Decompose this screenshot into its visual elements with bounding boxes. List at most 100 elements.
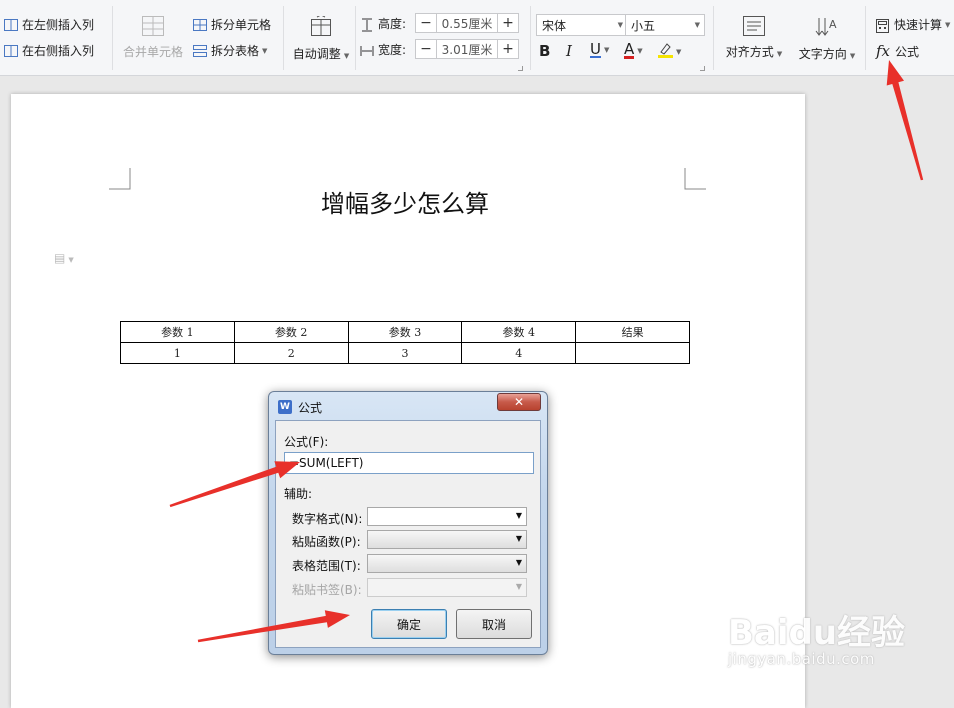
table-cell[interactable]: 参数 2 <box>233 321 349 343</box>
chevron-down-icon: ▼ <box>776 50 783 58</box>
split-cells-label: 拆分单元格 <box>211 18 272 32</box>
result-cell[interactable] <box>575 342 690 364</box>
text-direction-label: 文字方向 <box>798 47 847 61</box>
table-cell[interactable]: 3 <box>347 342 463 364</box>
table-header-row: 参数 1 参数 2 参数 3 参数 4 结果 <box>120 321 690 343</box>
dialog-titlebar[interactable]: W 公式 ✕ <box>269 392 547 420</box>
row-height-control: 高度: <box>360 15 406 32</box>
auto-adjust-icon <box>310 14 332 41</box>
formula-input[interactable] <box>284 452 534 474</box>
font-name-value: 宋体 <box>542 18 567 33</box>
highlight-icon <box>657 42 673 61</box>
data-table[interactable]: 参数 1 参数 2 参数 3 参数 4 结果 1 2 3 4 <box>120 321 690 364</box>
chevron-down-icon: ▼ <box>676 47 682 56</box>
auxiliary-label: 辅助: <box>284 487 313 501</box>
plus-icon[interactable]: + <box>498 40 518 58</box>
font-size-select[interactable]: 小五 ▼ <box>625 14 705 36</box>
cancel-button[interactable]: 取消 <box>456 609 532 639</box>
dialog-launcher-icon[interactable] <box>518 66 523 71</box>
alignment-button[interactable]: 对齐方式 ▼ <box>720 16 788 60</box>
minus-icon[interactable]: − <box>416 14 436 32</box>
dialog-launcher-icon[interactable] <box>700 66 705 71</box>
column-width-control: 宽度: <box>360 41 406 58</box>
font-color-icon: A <box>624 40 635 59</box>
insert-column-right-icon <box>4 44 18 57</box>
merge-cells-label: 合并单元格 <box>122 45 183 59</box>
chevron-down-icon: ▼ <box>694 21 700 29</box>
formula-dialog[interactable]: W 公式 ✕ 公式(F): 辅助: 数字格式(N): ▼ 粘贴函数(P): ▼ … <box>268 391 548 655</box>
bold-button[interactable]: B <box>539 42 550 60</box>
text-direction-button[interactable]: A 文字方向 ▼ <box>794 16 860 62</box>
width-label: 宽度: <box>378 43 407 57</box>
dialog-body: 公式(F): 辅助: 数字格式(N): ▼ 粘贴函数(P): ▼ 表格范围(T)… <box>275 420 541 648</box>
table-range-select[interactable]: ▼ <box>367 554 527 573</box>
table-cell[interactable]: 4 <box>461 342 577 364</box>
table-cell[interactable]: 1 <box>120 342 235 364</box>
fx-icon: fx <box>876 42 891 60</box>
close-button[interactable]: ✕ <box>497 393 541 411</box>
quick-calculate-button[interactable]: 快速计算 ▼ <box>876 16 950 33</box>
font-size-value: 小五 <box>631 18 656 33</box>
underline-icon: U <box>590 40 601 58</box>
wps-app-icon: W <box>278 400 292 414</box>
table-cell[interactable]: 结果 <box>575 321 690 343</box>
italic-icon: I <box>566 42 572 60</box>
height-value[interactable]: 0.55厘米 <box>436 14 498 32</box>
ribbon-separator <box>355 6 356 70</box>
text-direction-icon: A <box>815 16 839 41</box>
table-row-handle-icon[interactable]: ▤ ▼ <box>54 251 74 265</box>
watermark-logo: Baidu经验 <box>728 613 906 653</box>
font-color-button[interactable]: A ▼ <box>624 42 643 59</box>
split-table-icon <box>193 44 207 57</box>
split-table-label: 拆分表格 <box>211 44 260 58</box>
alignment-label: 对齐方式 <box>725 45 774 59</box>
insert-right-column-button[interactable]: 在右侧插入列 <box>4 42 94 59</box>
height-label: 高度: <box>378 17 407 31</box>
quick-calculate-label: 快速计算 <box>894 18 943 32</box>
width-value[interactable]: 3.01厘米 <box>436 40 498 58</box>
insert-right-column-label: 在右侧插入列 <box>22 44 95 58</box>
font-name-select[interactable]: 宋体 ▼ <box>536 14 628 36</box>
table-cell[interactable]: 参数 4 <box>461 321 577 343</box>
merge-cells-button[interactable]: 合并单元格 <box>120 16 186 60</box>
chevron-down-icon: ▼ <box>849 52 856 60</box>
underline-button[interactable]: U ▼ <box>590 42 609 58</box>
ribbon-separator <box>713 6 714 70</box>
document-title: 增幅多少怎么算 <box>321 190 489 218</box>
table-cell[interactable]: 2 <box>233 342 349 364</box>
auto-adjust-button[interactable]: 自动调整 ▼ <box>288 14 354 62</box>
number-format-select[interactable]: ▼ <box>367 507 527 526</box>
ok-button[interactable]: 确定 <box>371 609 447 639</box>
minus-icon[interactable]: − <box>416 40 436 58</box>
formula-field-label: 公式(F): <box>284 435 329 449</box>
dropdown-arrow-icon: ▼ <box>515 511 522 520</box>
italic-button[interactable]: I <box>566 42 572 60</box>
paste-function-label: 粘贴函数(P): <box>292 535 361 549</box>
table-cell[interactable]: 参数 1 <box>120 321 235 343</box>
insert-left-column-button[interactable]: 在左侧插入列 <box>4 16 94 33</box>
svg-text:A: A <box>829 18 837 31</box>
highlight-button[interactable]: ▼ <box>657 42 681 61</box>
paste-bookmark-select: ▼ <box>367 578 527 597</box>
formula-button[interactable]: fx 公式 <box>876 42 919 60</box>
table-cell[interactable]: 参数 3 <box>347 321 463 343</box>
split-table-button[interactable]: 拆分表格 ▼ <box>193 42 267 59</box>
dropdown-arrow-icon: ▼ <box>515 582 522 591</box>
bold-icon: B <box>539 42 551 60</box>
split-cells-button[interactable]: 拆分单元格 <box>193 16 271 33</box>
chevron-down-icon: ▼ <box>262 46 268 55</box>
dialog-title: 公式 <box>298 401 323 415</box>
height-stepper[interactable]: − 0.55厘米 + <box>415 13 519 33</box>
auto-adjust-label: 自动调整 <box>292 47 341 61</box>
ribbon-separator <box>530 6 531 70</box>
ribbon-toolbar: 在左侧插入列 在右侧插入列 合并单元格 拆分单元格 拆分表格 ▼ 自动调整 ▼ 高… <box>0 0 954 76</box>
insert-column-left-icon <box>4 18 18 31</box>
baidu-watermark: Baidu经验 jingyan.baidu.com <box>728 605 905 668</box>
paste-function-select[interactable]: ▼ <box>367 530 527 549</box>
table-row: 1 2 3 4 <box>120 342 690 364</box>
chevron-down-icon: ▼ <box>945 20 951 29</box>
plus-icon[interactable]: + <box>498 14 518 32</box>
width-stepper[interactable]: − 3.01厘米 + <box>415 39 519 59</box>
arrow-to-formula-button <box>886 60 924 181</box>
dropdown-arrow-icon: ▼ <box>515 534 522 543</box>
